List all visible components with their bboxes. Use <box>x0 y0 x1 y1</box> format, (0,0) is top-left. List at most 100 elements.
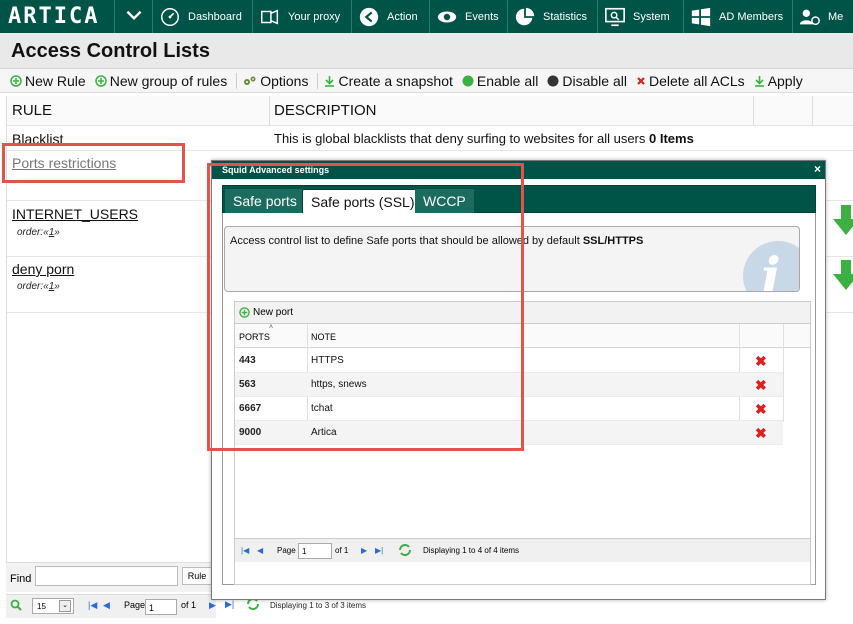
artica-logo[interactable]: ARTICA <box>0 0 115 33</box>
page-number-input[interactable]: 1 <box>298 543 332 559</box>
nav-action[interactable]: Action <box>352 0 430 33</box>
page-total: of 1 <box>181 600 197 610</box>
new-group-button[interactable]: New group of rules <box>94 72 228 89</box>
order-suffix: » <box>54 281 60 292</box>
dashboard-icon <box>159 6 181 28</box>
create-snapshot-label: Create a snapshot <box>338 72 453 89</box>
find-rule-button[interactable]: Rule <box>182 567 212 585</box>
statistics-icon <box>514 6 536 28</box>
column-divider <box>269 96 270 126</box>
column-header-rule[interactable]: RULE <box>12 102 52 119</box>
rule-description-text: This is global blacklists that deny surf… <box>274 131 646 146</box>
prev-page-icon[interactable]: ◀ <box>257 546 263 555</box>
nav-ad-members[interactable]: AD Members <box>684 0 793 33</box>
delete-x-icon[interactable]: ✖ <box>755 425 767 442</box>
rule-name[interactable]: INTERNET_USERS <box>12 206 138 222</box>
nav-label: AD Members <box>719 10 784 23</box>
nav-label: System <box>633 10 670 23</box>
rule-name[interactable]: deny porn <box>12 261 74 277</box>
grid-header: RULE DESCRIPTION <box>7 96 853 126</box>
download-icon <box>754 75 765 87</box>
black-dot-icon <box>547 75 559 87</box>
move-down-arrow-icon[interactable] <box>833 205 853 235</box>
disable-all-button[interactable]: Disable all <box>547 73 627 89</box>
action-icon <box>358 6 380 28</box>
first-page-icon[interactable]: |◀ <box>88 600 97 611</box>
find-input[interactable] <box>35 566 178 586</box>
page-title: Access Control Lists <box>11 40 210 62</box>
delete-all-acls-label: Delete all ACLs <box>648 72 745 89</box>
move-down-arrow-icon[interactable] <box>833 260 853 290</box>
delete-all-acls-button[interactable]: Delete all ACLs <box>636 73 745 89</box>
nav-statistics[interactable]: Statistics <box>508 0 598 33</box>
refresh-icon[interactable] <box>398 544 412 556</box>
nav-your-proxy[interactable]: Your proxy <box>253 0 352 33</box>
options-label: Options <box>260 72 309 89</box>
last-page-icon[interactable]: ▶| <box>375 546 383 555</box>
add-circle-icon <box>94 74 107 87</box>
green-dot-icon <box>462 75 474 87</box>
windows-icon <box>690 6 712 28</box>
info-icon: i <box>743 241 799 291</box>
nav-menu-toggle[interactable] <box>115 0 153 33</box>
delete-x-icon[interactable]: ✖ <box>755 353 767 370</box>
ports-pager-status: Displaying 1 to 4 of 4 items <box>423 546 520 555</box>
order-suffix: » <box>54 227 60 238</box>
delete-x-icon <box>636 76 646 86</box>
next-page-icon[interactable]: ▶ <box>209 600 216 611</box>
column-divider <box>812 96 813 126</box>
nav-label: Me <box>828 10 844 23</box>
chevron-down-icon <box>123 4 145 29</box>
add-circle-icon <box>10 74 22 87</box>
page-header: Access Control Lists <box>0 33 853 69</box>
rule-order: order:«1» <box>17 281 60 292</box>
nav-dashboard[interactable]: Dashboard <box>153 0 253 33</box>
column-divider <box>783 324 784 422</box>
nav-label: Events <box>465 10 499 23</box>
system-icon <box>604 6 626 28</box>
column-header-description[interactable]: DESCRIPTION <box>274 102 377 119</box>
prev-page-icon[interactable]: ◀ <box>103 600 110 611</box>
chevron-down-icon: ⌄ <box>59 600 71 612</box>
app-root: ARTICA Dashboard Your proxy Action Event… <box>0 0 853 624</box>
new-rule-button[interactable]: New Rule <box>10 73 86 89</box>
nav-label: Your proxy <box>288 10 341 23</box>
create-snapshot-button[interactable]: Create a snapshot <box>324 72 453 89</box>
proxy-icon <box>259 6 281 28</box>
close-icon[interactable]: × <box>814 162 821 176</box>
enable-all-label: Enable all <box>476 72 539 89</box>
nav-system[interactable]: System <box>598 0 684 33</box>
nav-events[interactable]: Events <box>430 0 508 33</box>
rule-item-count: 0 Items <box>649 131 694 146</box>
find-bar: Find Rule <box>6 562 212 592</box>
nav-label: Dashboard <box>188 10 242 23</box>
search-icon[interactable] <box>10 599 22 611</box>
enable-all-button[interactable]: Enable all <box>462 72 539 89</box>
page-number-value: 1 <box>149 603 155 613</box>
toolbar-divider <box>236 72 238 89</box>
highlight-ports-table <box>207 163 524 451</box>
next-page-icon[interactable]: ▶ <box>361 546 367 555</box>
users-icon <box>799 6 821 28</box>
ports-pager: |◀ ◀ Page 1 of 1 ▶ ▶| Displaying 1 to 4 … <box>235 538 810 562</box>
next-page-controls: ▶| <box>225 599 234 610</box>
order-prefix: order:« <box>17 227 49 238</box>
apply-button[interactable]: Apply <box>754 73 803 89</box>
apply-label: Apply <box>767 72 803 89</box>
per-page-value: 15 <box>37 602 46 611</box>
new-group-label: New group of rules <box>109 72 228 89</box>
options-button[interactable]: Options <box>243 73 308 89</box>
delete-x-icon[interactable]: ✖ <box>755 401 767 418</box>
find-label: Find <box>10 573 32 585</box>
info-text-bold: SSL/HTTPS <box>582 235 644 247</box>
per-page-select[interactable]: 15 ⌄ <box>32 598 74 614</box>
page-label: Page <box>124 600 146 610</box>
delete-x-icon[interactable]: ✖ <box>755 377 767 394</box>
new-rule-label: New Rule <box>25 72 86 89</box>
last-page-icon[interactable]: ▶| <box>225 599 234 609</box>
first-page-icon[interactable]: |◀ <box>241 546 249 555</box>
page-number-input[interactable]: 1 <box>145 599 177 615</box>
disable-all-label: Disable all <box>562 72 627 89</box>
events-icon <box>436 6 458 28</box>
nav-me[interactable]: Me <box>793 0 843 33</box>
